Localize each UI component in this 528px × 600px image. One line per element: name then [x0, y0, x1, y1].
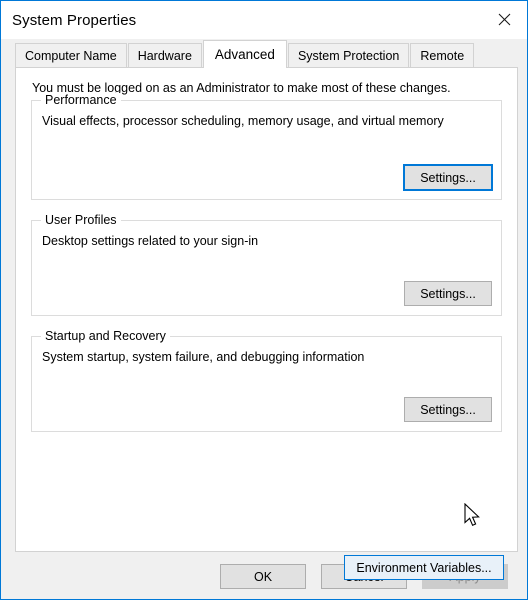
- performance-group: Performance Visual effects, processor sc…: [31, 100, 502, 200]
- ok-button[interactable]: OK: [220, 564, 306, 589]
- tab-advanced[interactable]: Advanced: [203, 40, 287, 68]
- tab-remote[interactable]: Remote: [410, 43, 474, 67]
- environment-variables-button[interactable]: Environment Variables...: [344, 555, 504, 580]
- button-label: Settings...: [420, 287, 476, 301]
- button-label: OK: [254, 570, 272, 584]
- user-profiles-group-legend: User Profiles: [41, 213, 121, 227]
- button-label: Settings...: [420, 403, 476, 417]
- tab-strip: Computer Name Hardware Advanced System P…: [15, 39, 518, 67]
- performance-group-legend: Performance: [41, 93, 121, 107]
- tab-label: Hardware: [138, 49, 192, 63]
- title-bar: System Properties: [1, 1, 527, 39]
- tab-label: Remote: [420, 49, 464, 63]
- startup-recovery-group: Startup and Recovery System startup, sys…: [31, 336, 502, 432]
- tab-label: System Protection: [298, 49, 399, 63]
- button-label: Settings...: [420, 171, 476, 185]
- button-label: Environment Variables...: [356, 561, 491, 575]
- system-properties-window: System Properties Computer Name Hardware…: [0, 0, 528, 600]
- startup-recovery-group-description: System startup, system failure, and debu…: [42, 350, 364, 364]
- tab-system-protection[interactable]: System Protection: [288, 43, 409, 67]
- window-title: System Properties: [12, 12, 136, 29]
- user-profiles-group: User Profiles Desktop settings related t…: [31, 220, 502, 316]
- startup-recovery-settings-button[interactable]: Settings...: [404, 397, 492, 422]
- performance-group-description: Visual effects, processor scheduling, me…: [42, 114, 444, 128]
- performance-settings-button[interactable]: Settings...: [403, 164, 493, 191]
- tab-computer-name[interactable]: Computer Name: [15, 43, 127, 67]
- tab-label: Advanced: [215, 47, 275, 62]
- tab-hardware[interactable]: Hardware: [128, 43, 202, 67]
- close-button[interactable]: [481, 1, 527, 38]
- close-icon: [498, 13, 511, 26]
- advanced-tab-panel: You must be logged on as an Administrato…: [15, 67, 518, 552]
- user-profiles-group-description: Desktop settings related to your sign-in: [42, 234, 258, 248]
- startup-recovery-group-legend: Startup and Recovery: [41, 329, 170, 343]
- user-profiles-settings-button[interactable]: Settings...: [404, 281, 492, 306]
- tab-label: Computer Name: [25, 49, 117, 63]
